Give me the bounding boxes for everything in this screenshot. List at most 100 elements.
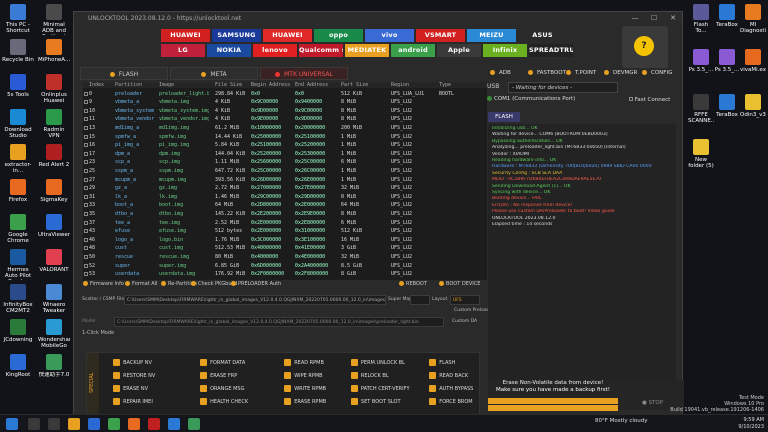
table-row[interactable]: 23 scp_a scp.img 1.11 MiB 0x25600000 0x25C000… [83, 159, 487, 165]
usb-device-select[interactable]: - Waiting for devices - [508, 82, 618, 93]
row-checkbox[interactable] [84, 169, 88, 173]
desktop-icon[interactable]: Ps 3.5_... [714, 49, 740, 73]
brand-logo-button[interactable]: Apple [437, 44, 481, 57]
option-checkbox[interactable]: REBOOT [399, 281, 427, 287]
table-row[interactable]: 15 spmfw_a spmfw.img 14.44 KiB 0x25000000 0x2… [83, 134, 487, 140]
firefox-icon[interactable] [128, 418, 140, 430]
column-header[interactable]: Part Size [341, 82, 389, 88]
desktop-icon[interactable]: JCdowning [2, 319, 34, 343]
close-icon[interactable]: ✕ [664, 12, 682, 25]
desktop-icon[interactable]: This PC - Shortcut [2, 4, 34, 34]
row-checkbox[interactable] [84, 246, 88, 251]
brand-logo-button[interactable]: VSMART [416, 29, 465, 42]
panel-button[interactable]: PERM.UNLOCK BL [350, 358, 405, 369]
panel-button[interactable]: READ RPMB [284, 358, 324, 369]
tab-mtk-universal[interactable]: MTK UNIVERSAL [260, 67, 348, 80]
title-bar[interactable]: UNLOCKTOOL 2023.08.12.0 - https://unlock… [74, 12, 682, 25]
table-row[interactable]: 52 super super.img 6.85 GiB 0x6D000000 0x2A40… [83, 263, 487, 269]
brand-logo-button[interactable]: SPREADTRUM [529, 44, 573, 57]
row-checkbox[interactable] [84, 229, 88, 234]
desktop-icon[interactable]: KingRoot [2, 354, 34, 378]
table-row[interactable]: 16 pi_img_a pi_img.img 5.84 KiB 0x25100000 0x… [83, 142, 487, 148]
panel-button[interactable]: ERASE FRP [200, 371, 237, 382]
brand-logo-button[interactable]: vivo [365, 29, 414, 42]
desktop-icon[interactable]: Ps 3.5_... [688, 49, 714, 73]
edge-icon[interactable] [88, 418, 100, 430]
brand-logo-button[interactable]: lenovo [253, 44, 297, 57]
table-row[interactable]: 50 rescue rescue.img 80 MiB 0x4000000 0x4E000… [83, 254, 487, 260]
brand-logo-button[interactable]: android [391, 44, 435, 57]
row-checkbox[interactable] [84, 237, 88, 242]
table-row[interactable]: 17 dpm_a dpm.img 144.04 KiB 0x25200000 0x2530… [83, 151, 487, 157]
desktop-icon[interactable]: 快速助手7.0 [38, 354, 70, 378]
column-header[interactable]: End Address [295, 82, 337, 88]
table-row[interactable]: 11 vbmeta_vendor_a vbmeta_vendor.img 4 KiB 0… [83, 116, 487, 122]
desktop-icon[interactable]: Firefox [2, 179, 34, 203]
desktop-icon[interactable]: TeraBox [714, 94, 740, 118]
row-checkbox[interactable] [84, 177, 88, 182]
stop-button[interactable]: ● STOP [642, 400, 663, 406]
super-map-field[interactable] [410, 295, 430, 305]
option-checkbox[interactable]: Format All [125, 281, 157, 287]
brand-logo-button[interactable]: MEIZU [467, 29, 516, 42]
brand-logo-button[interactable]: MEDIATEK [345, 44, 389, 57]
app-taskbar-icon[interactable] [188, 418, 200, 430]
desktop-icon[interactable]: 5s Tools [2, 74, 34, 98]
desktop-icon[interactable]: Minimal ADB and Fastboot [38, 4, 70, 35]
row-checkbox[interactable] [84, 220, 88, 225]
desktop-icon[interactable]: Red Alert 2 [38, 144, 70, 168]
panel-button[interactable]: PATCH CERT-VERIFY [350, 384, 410, 395]
panel-button[interactable]: HEALTH CHECK [200, 397, 248, 408]
desktop-icon[interactable]: MI Diagnostic... [740, 4, 766, 34]
desktop-icon[interactable]: extractor-in... [2, 144, 34, 174]
row-checkbox[interactable] [84, 272, 88, 277]
row-checkbox[interactable] [84, 255, 88, 259]
table-row[interactable]: 25 sspm_a sspm.img 647.72 KiB 0x25C00000 0x26… [83, 168, 487, 174]
table-row[interactable]: 37 tee_a tee.img 2.52 MiB 0x2E000000 0x2E8000… [83, 220, 487, 226]
tab-meta[interactable]: META [170, 67, 258, 80]
row-checkbox[interactable] [84, 203, 88, 208]
unlocktool-taskbar-icon[interactable] [148, 418, 160, 430]
desktop-icon[interactable]: InfinityBox CM2MT2 [2, 284, 34, 314]
preloader-path-field[interactable]: C:\Users\SMM\Desktop\FIRMWARE\lightr_in_… [114, 317, 444, 327]
column-header[interactable]: File Size [215, 82, 247, 88]
row-checkbox[interactable] [84, 194, 88, 199]
column-header[interactable]: Region [391, 82, 435, 88]
log-flash-tab[interactable]: FLASH [488, 112, 520, 122]
file-explorer-icon[interactable] [68, 418, 80, 430]
row-checkbox[interactable] [84, 186, 88, 191]
minimize-icon[interactable]: — [626, 12, 644, 25]
panel-button[interactable]: ERASE NV [113, 384, 148, 395]
right-tab[interactable]: DEVMGR [604, 70, 637, 76]
row-checkbox[interactable] [84, 108, 88, 113]
table-row[interactable]: 48 cust cust.img 512.53 MiB 0x40000000 0x41E0… [83, 245, 487, 251]
desktop-icon[interactable]: Recycle Bin [2, 39, 34, 63]
search-icon[interactable] [28, 418, 40, 430]
row-checkbox[interactable] [84, 100, 88, 105]
panel-button[interactable]: REPAIR IMEI [113, 397, 153, 408]
panel-button[interactable]: ERASE RPMB [284, 397, 326, 408]
special-side-tab[interactable]: SPECIAL [87, 353, 99, 417]
panel-button[interactable]: FLASH [429, 358, 455, 369]
option-checkbox[interactable]: Firmware Info [83, 281, 124, 287]
desktop-icon[interactable]: Odin3_v3.1... [740, 94, 766, 118]
right-tab[interactable]: CONFIG [642, 70, 672, 76]
desktop-icon[interactable]: Winaero Tweaker [38, 284, 70, 314]
table-row[interactable]: 46 logo_a logo.bin 1.76 MiB 0x3C000000 0x3E10… [83, 237, 487, 243]
panel-button[interactable]: FORCE BROM [429, 397, 473, 408]
table-row[interactable]: 29 gz_a gz.img 2.72 MiB 0x27000000 0x27E00000… [83, 185, 487, 191]
brand-logo-button[interactable]: Infinix [483, 44, 527, 57]
column-header[interactable]: Index [89, 82, 111, 88]
brand-logo-button[interactable]: NOKIA [207, 44, 251, 57]
panel-button[interactable]: RELOCK BL [350, 371, 389, 382]
row-checkbox[interactable] [84, 151, 88, 156]
row-checkbox[interactable] [84, 117, 88, 122]
panel-button[interactable]: WRITE RPMB [284, 384, 326, 395]
table-row[interactable]: 31 lk_a lk.img 1.46 MiB 0x29C00000 0x29D00000… [83, 194, 487, 200]
table-row[interactable]: 53 userdata userdata.img 176.92 MiB 0x2F0000… [83, 271, 487, 277]
desktop-icon[interactable]: SigmaKey [38, 179, 70, 203]
desktop-icon[interactable]: Onlinplus Huawei [38, 74, 70, 104]
weather-widget[interactable]: 80°F Mostly cloudy [595, 418, 647, 424]
table-row[interactable]: 33 boot_a boot.img 64 MiB 0x2D800000 0x2E0000… [83, 202, 487, 208]
desktop-icon[interactable]: Google Chrome [2, 214, 34, 244]
